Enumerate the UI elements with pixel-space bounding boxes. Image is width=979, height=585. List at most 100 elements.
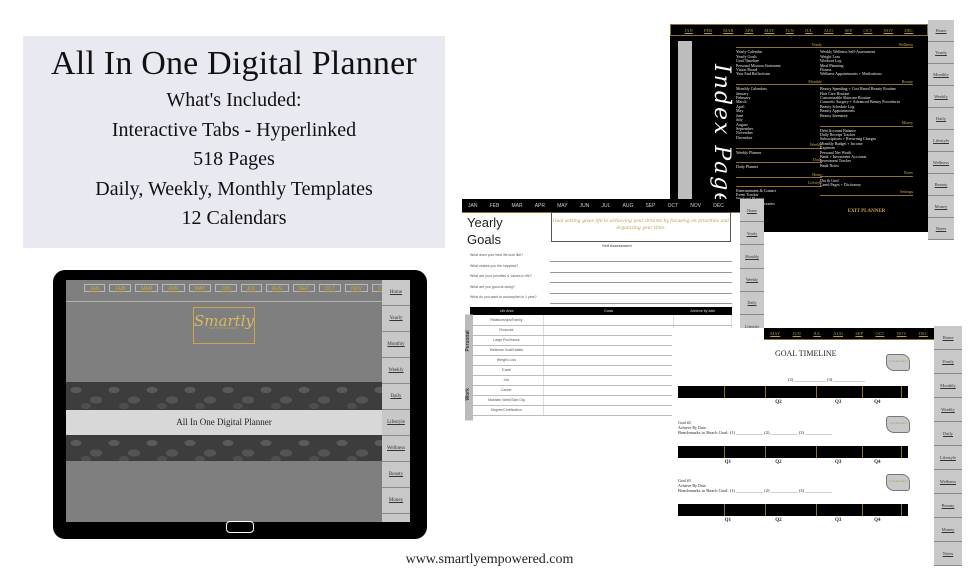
- month-tab-may[interactable]: MAY: [188, 284, 212, 292]
- index-link[interactable]: Year End Reflections: [736, 72, 822, 76]
- tab-monthly[interactable]: Monthly: [740, 245, 764, 269]
- date-cell[interactable]: [673, 315, 732, 326]
- month-tab-oct[interactable]: OCT: [863, 25, 872, 35]
- answer-line[interactable]: [550, 271, 732, 273]
- goal-cell[interactable]: [543, 355, 675, 366]
- tab-daily[interactable]: Daily: [934, 422, 962, 446]
- month-tab-mar[interactable]: MAR: [135, 284, 159, 292]
- index-link[interactable]: Daily Planner: [736, 165, 822, 169]
- tab-monthly[interactable]: Monthly: [934, 374, 962, 398]
- month-tab-nov[interactable]: NOV: [690, 199, 701, 212]
- month-tab-mar[interactable]: MAR: [723, 25, 733, 35]
- index-section-settings[interactable]: Settings: [820, 189, 913, 196]
- month-tab-nov[interactable]: NOV: [884, 25, 894, 35]
- goal-cell[interactable]: [543, 405, 675, 416]
- tab-money[interactable]: Money: [382, 488, 410, 514]
- month-tab-dec[interactable]: DEC: [713, 199, 724, 212]
- goal-cell[interactable]: [543, 335, 675, 346]
- month-tab-jan[interactable]: JAN: [468, 199, 477, 212]
- month-tab-feb[interactable]: FEB: [109, 284, 132, 292]
- month-tab-oct[interactable]: OCT: [668, 199, 679, 212]
- tab-home[interactable]: Home: [382, 280, 410, 306]
- tab-beauty[interactable]: Beauty: [382, 462, 410, 488]
- index-section-daily[interactable]: Daily: [736, 157, 822, 164]
- tab-yearly[interactable]: Yearly: [382, 306, 410, 332]
- tab-daily[interactable]: Daily: [928, 108, 954, 130]
- index-section-money[interactable]: Money: [820, 120, 913, 127]
- month-tab-jun[interactable]: JUN: [580, 199, 590, 212]
- month-tab-jul[interactable]: JUL: [240, 284, 262, 292]
- index-section-weekly[interactable]: Weekly: [736, 142, 822, 149]
- tab-yearly[interactable]: Yearly: [928, 42, 954, 64]
- month-tab-jun[interactable]: JUN: [786, 25, 794, 35]
- month-tab-mar[interactable]: MAR: [511, 199, 522, 212]
- tab-home[interactable]: Home: [934, 326, 962, 350]
- tab-wellness[interactable]: Wellness: [928, 152, 954, 174]
- month-tab-jan[interactable]: JAN: [685, 25, 693, 35]
- month-tab-nov[interactable]: NOV: [345, 284, 368, 292]
- tab-monthly[interactable]: Monthly: [928, 64, 954, 86]
- month-tab-jun[interactable]: JUN: [793, 328, 801, 339]
- goal-cell[interactable]: [543, 315, 675, 326]
- index-link[interactable]: Lined Pages + Dictionary: [820, 183, 913, 187]
- tab-daily[interactable]: Daily: [740, 292, 764, 315]
- tab-yearly[interactable]: Yearly: [934, 350, 962, 374]
- month-tab-sep[interactable]: SEP: [855, 328, 863, 339]
- tab-lifestyle[interactable]: Lifestyle: [382, 410, 410, 436]
- index-link[interactable]: Bank Notes: [820, 164, 913, 168]
- tab-home[interactable]: Home: [928, 20, 954, 42]
- exit-planner-link[interactable]: EXIT PLANNER: [820, 209, 913, 214]
- tab-beauty[interactable]: Beauty: [928, 174, 954, 196]
- month-tab-nov[interactable]: NOV: [897, 328, 907, 339]
- tab-wellness[interactable]: Wellness: [934, 470, 962, 494]
- month-tab-jan[interactable]: JAN: [84, 284, 106, 292]
- index-section-home[interactable]: Home: [736, 172, 822, 179]
- tab-yearly[interactable]: Yearly: [740, 222, 764, 246]
- index-link[interactable]: Weekly Planner: [736, 151, 822, 155]
- answer-line[interactable]: [550, 292, 732, 294]
- month-tab-oct[interactable]: OCT: [875, 328, 884, 339]
- month-tab-may[interactable]: MAY: [764, 25, 774, 35]
- tab-weekly[interactable]: Weekly: [934, 398, 962, 422]
- month-tab-may[interactable]: MAY: [770, 328, 780, 339]
- month-tab-oct[interactable]: OCT: [318, 284, 342, 292]
- index-section-wellness[interactable]: Wellness: [820, 42, 913, 49]
- goal-cell[interactable]: [543, 325, 675, 336]
- month-tab-aug[interactable]: AUG: [824, 25, 834, 35]
- answer-line[interactable]: [550, 282, 732, 283]
- index-section-beauty[interactable]: Beauty: [820, 79, 913, 86]
- month-tab-jul[interactable]: JUL: [805, 25, 813, 35]
- month-tab-jul[interactable]: JUL: [813, 328, 821, 339]
- index-link[interactable]: December: [736, 136, 822, 140]
- tab-lifestyle[interactable]: Lifestyle: [928, 130, 954, 152]
- tab-weekly[interactable]: Weekly: [740, 269, 764, 292]
- tab-money[interactable]: Money: [928, 196, 954, 218]
- tab-weekly[interactable]: Weekly: [928, 86, 954, 108]
- month-tab-dec[interactable]: DEC: [919, 328, 928, 339]
- tab-beauty[interactable]: Beauty: [934, 494, 962, 518]
- index-section-notes[interactable]: Notes: [820, 170, 913, 177]
- index-section-yearly[interactable]: Yearly: [736, 42, 822, 49]
- answer-line[interactable]: [550, 261, 732, 262]
- month-tab-jul[interactable]: JUL: [602, 199, 611, 212]
- goal-cell[interactable]: [543, 365, 675, 376]
- month-tab-feb[interactable]: FEB: [490, 199, 500, 212]
- tab-home[interactable]: Home: [740, 199, 764, 223]
- month-tab-feb[interactable]: FEB: [704, 25, 712, 35]
- tab-monthly[interactable]: Monthly: [382, 332, 410, 358]
- month-tab-apr[interactable]: APR: [745, 25, 754, 35]
- month-tab-dec[interactable]: DEC: [904, 25, 913, 35]
- month-tab-jun[interactable]: JUN: [215, 284, 237, 292]
- index-link[interactable]: Wellness Appointments + Medications: [820, 72, 913, 76]
- index-link[interactable]: Beauty Inventory: [820, 114, 913, 118]
- month-tab-may[interactable]: MAY: [557, 199, 567, 212]
- month-tab-apr[interactable]: APR: [535, 199, 545, 212]
- month-tab-aug[interactable]: AUG: [833, 328, 843, 339]
- tab-wellness[interactable]: Wellness: [382, 436, 410, 462]
- goal-cell[interactable]: [543, 345, 675, 356]
- answer-line[interactable]: [550, 303, 732, 304]
- month-tab-aug[interactable]: AUG: [265, 284, 289, 292]
- goal-cell[interactable]: [543, 385, 675, 396]
- tab-lifestyle[interactable]: Lifestyle: [934, 446, 962, 470]
- month-tab-apr[interactable]: APR: [162, 284, 185, 292]
